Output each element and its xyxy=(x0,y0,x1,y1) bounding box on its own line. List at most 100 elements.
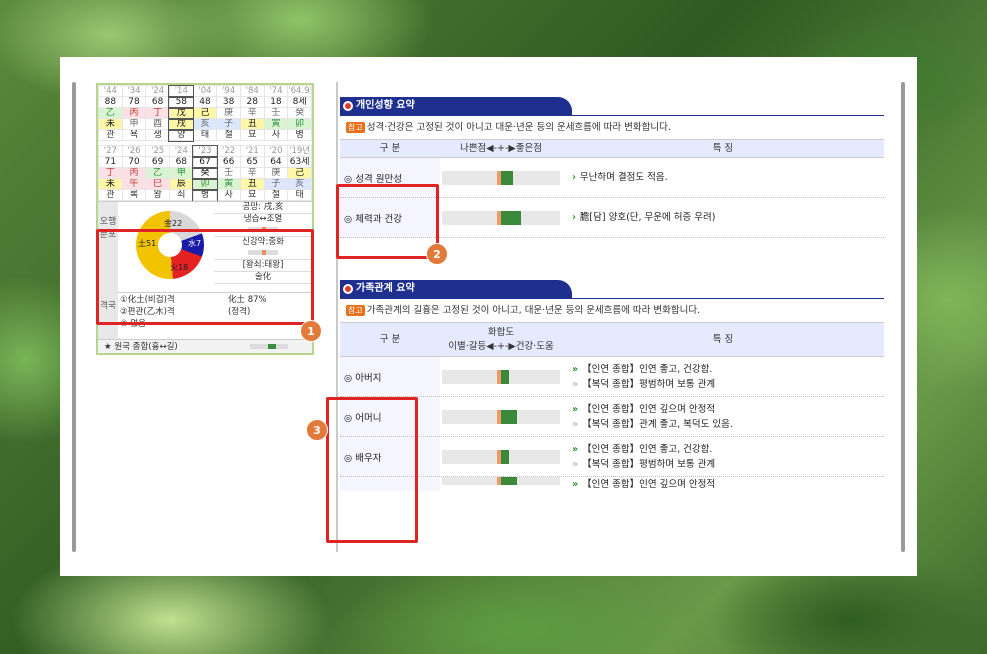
grid-cell: 관 xyxy=(98,129,123,141)
family-section-title: 가족관계 요약 xyxy=(340,280,884,298)
table-row: ◎ 아버지 » 【인연 종합】인연 좋고, 건강함. » 【복덕 종합】평범하며 보… xyxy=(340,357,884,397)
note-badge: 참고 xyxy=(346,305,365,316)
personality-section-title: 개인성향 요약 xyxy=(340,97,884,115)
note-badge: 참고 xyxy=(346,122,365,133)
highlight-box-3 xyxy=(326,397,418,543)
table-row: » 【인연 종합】인연 깊으며 안정적 xyxy=(340,477,884,491)
grid-cell: 8세 xyxy=(287,96,312,108)
wonguk-summary: ★ 원국 종합(흉↔길) xyxy=(98,339,312,353)
grid-cell: 丑 xyxy=(239,118,265,130)
grid-cell: 寅 xyxy=(263,118,289,130)
grid-cell: '04 xyxy=(192,85,218,97)
right-scrollbar[interactable] xyxy=(901,82,905,552)
grid-cell: 丁 xyxy=(98,167,123,179)
arrow-icon: › xyxy=(572,212,576,223)
grid-cell: 병 xyxy=(192,188,218,202)
harmony-bar xyxy=(442,449,560,464)
grid-cell: 묘 xyxy=(239,189,265,201)
grid-cell: 未 xyxy=(98,118,123,130)
grid-cell: '14 xyxy=(168,84,195,98)
screenshot-frame: '44 '34 '24 '14 '04 '94 '84 '74 '64.9월 8… xyxy=(60,57,917,576)
grid-cell: 63세 xyxy=(287,156,312,168)
harmony-bar xyxy=(442,369,560,384)
grid-cell: 亥 xyxy=(192,118,218,130)
table-row: ◎ 어머니 » 【인연 종합】인연 깊으며 안정적 » 【복덕 종합】관계 좋고, … xyxy=(340,397,884,437)
grid-cell: 卯 xyxy=(192,177,218,191)
grid-cell: 庚 xyxy=(216,107,241,119)
grid-cell: 48 xyxy=(192,96,218,108)
grid-cell: 태 xyxy=(192,129,218,141)
grid-cell: 壬 xyxy=(216,167,241,179)
grid-cell: 酉 xyxy=(145,118,170,130)
grid-cell: 辰 xyxy=(168,178,194,190)
double-arrow-icon: » xyxy=(572,418,579,430)
grid-cell: 68 xyxy=(168,156,194,168)
grid-cell: 丙 xyxy=(121,167,147,179)
grid-cell: 癸 xyxy=(192,166,218,180)
score-bar xyxy=(442,210,560,225)
gongmang-text: 공망: 戌,亥 xyxy=(214,202,312,214)
wonguk-meter xyxy=(250,344,288,349)
grid-cell: 욕 xyxy=(121,129,147,141)
personality-note: 참고 성격·건강은 고정된 것이 아니고 대운·년운 등의 운세흐름에 따라 변화… xyxy=(340,116,884,140)
harmony-bar xyxy=(442,477,560,485)
grid-cell: 庚 xyxy=(263,167,289,179)
double-arrow-icon: » xyxy=(572,363,579,375)
summary-right-panel: 개인성향 요약 참고 성격·건강은 고정된 것이 아니고 대운·년운 등의 운세흐… xyxy=(340,97,884,491)
grid-cell: 壬 xyxy=(263,107,289,119)
grid-cell: 丙 xyxy=(121,107,147,119)
section-bullet-icon xyxy=(343,101,353,111)
grid-cell: '25 xyxy=(145,145,170,157)
grid-cell: 71 xyxy=(98,156,123,168)
grid-cell: 辛 xyxy=(239,107,265,119)
grid-cell: 64 xyxy=(263,156,289,168)
personality-table-header: 구 분 나쁜점◀-+-▶좋은점 특 징 xyxy=(340,140,884,158)
highlight-box-1 xyxy=(96,229,314,325)
grid-cell: 己 xyxy=(287,167,312,179)
grid-cell: 록 xyxy=(121,189,147,201)
grid-cell: 未 xyxy=(98,178,123,190)
grid-cell: '24 xyxy=(145,85,170,97)
family-note: 참고 가족관계의 길흉은 고정된 것이 아니고, 대운·년운 등의 운세흐름에 따… xyxy=(340,299,884,323)
grid-cell: '64.9월 xyxy=(287,85,312,97)
grid-cell: 丁 xyxy=(145,107,170,119)
double-arrow-icon: » xyxy=(572,479,579,490)
grid-cell: 亥 xyxy=(287,178,312,190)
grid-cell: 巳 xyxy=(145,178,170,190)
grid-cell: '24 xyxy=(168,145,194,157)
grid-cell: 68 xyxy=(145,96,170,108)
grid-cell: 乙 xyxy=(145,167,170,179)
grid-cell: '21 xyxy=(239,145,265,157)
grid-cell: '44 xyxy=(98,85,123,97)
grid-cell: 양 xyxy=(168,128,195,142)
grid-cell: 절 xyxy=(216,129,241,141)
marker-2: 2 xyxy=(426,243,448,265)
row-label: ◎ 아버지 xyxy=(340,357,440,396)
grid-cell: 사 xyxy=(216,189,241,201)
grid-cell: 65 xyxy=(239,156,265,168)
grid-cell: 묘 xyxy=(239,129,265,141)
double-arrow-icon: » xyxy=(572,443,579,455)
grid-cell: 관 xyxy=(98,189,123,201)
double-arrow-icon: » xyxy=(572,378,579,390)
grid-cell: 69 xyxy=(145,156,170,168)
marker-1: 1 xyxy=(300,320,322,342)
grid-cell: 子 xyxy=(263,178,289,190)
section-bullet-icon xyxy=(343,284,353,294)
grid-cell: 왕 xyxy=(145,189,170,201)
grid-cell: '23 xyxy=(192,144,218,158)
grid-cell: '84 xyxy=(239,85,265,97)
grid-cell: '19년 xyxy=(287,145,312,157)
yearly-grid: '27 '26 '25 '24 '23 '22 '21 '20 '19년 71 … xyxy=(98,144,312,202)
harmony-bar xyxy=(442,409,560,424)
pie-label-metal: 金22 xyxy=(164,219,183,228)
grid-cell: '22 xyxy=(216,145,241,157)
daeun-grid: '44 '34 '24 '14 '04 '94 '84 '74 '64.9월 8… xyxy=(98,84,312,142)
grid-cell: 18 xyxy=(263,96,289,108)
grid-cell: 甲 xyxy=(168,167,194,179)
grid-cell: 戊 xyxy=(168,106,195,120)
left-scrollbar[interactable] xyxy=(72,82,76,552)
arrow-icon: › xyxy=(572,172,576,183)
double-arrow-icon: » xyxy=(572,403,579,415)
grid-cell: 절 xyxy=(263,189,289,201)
